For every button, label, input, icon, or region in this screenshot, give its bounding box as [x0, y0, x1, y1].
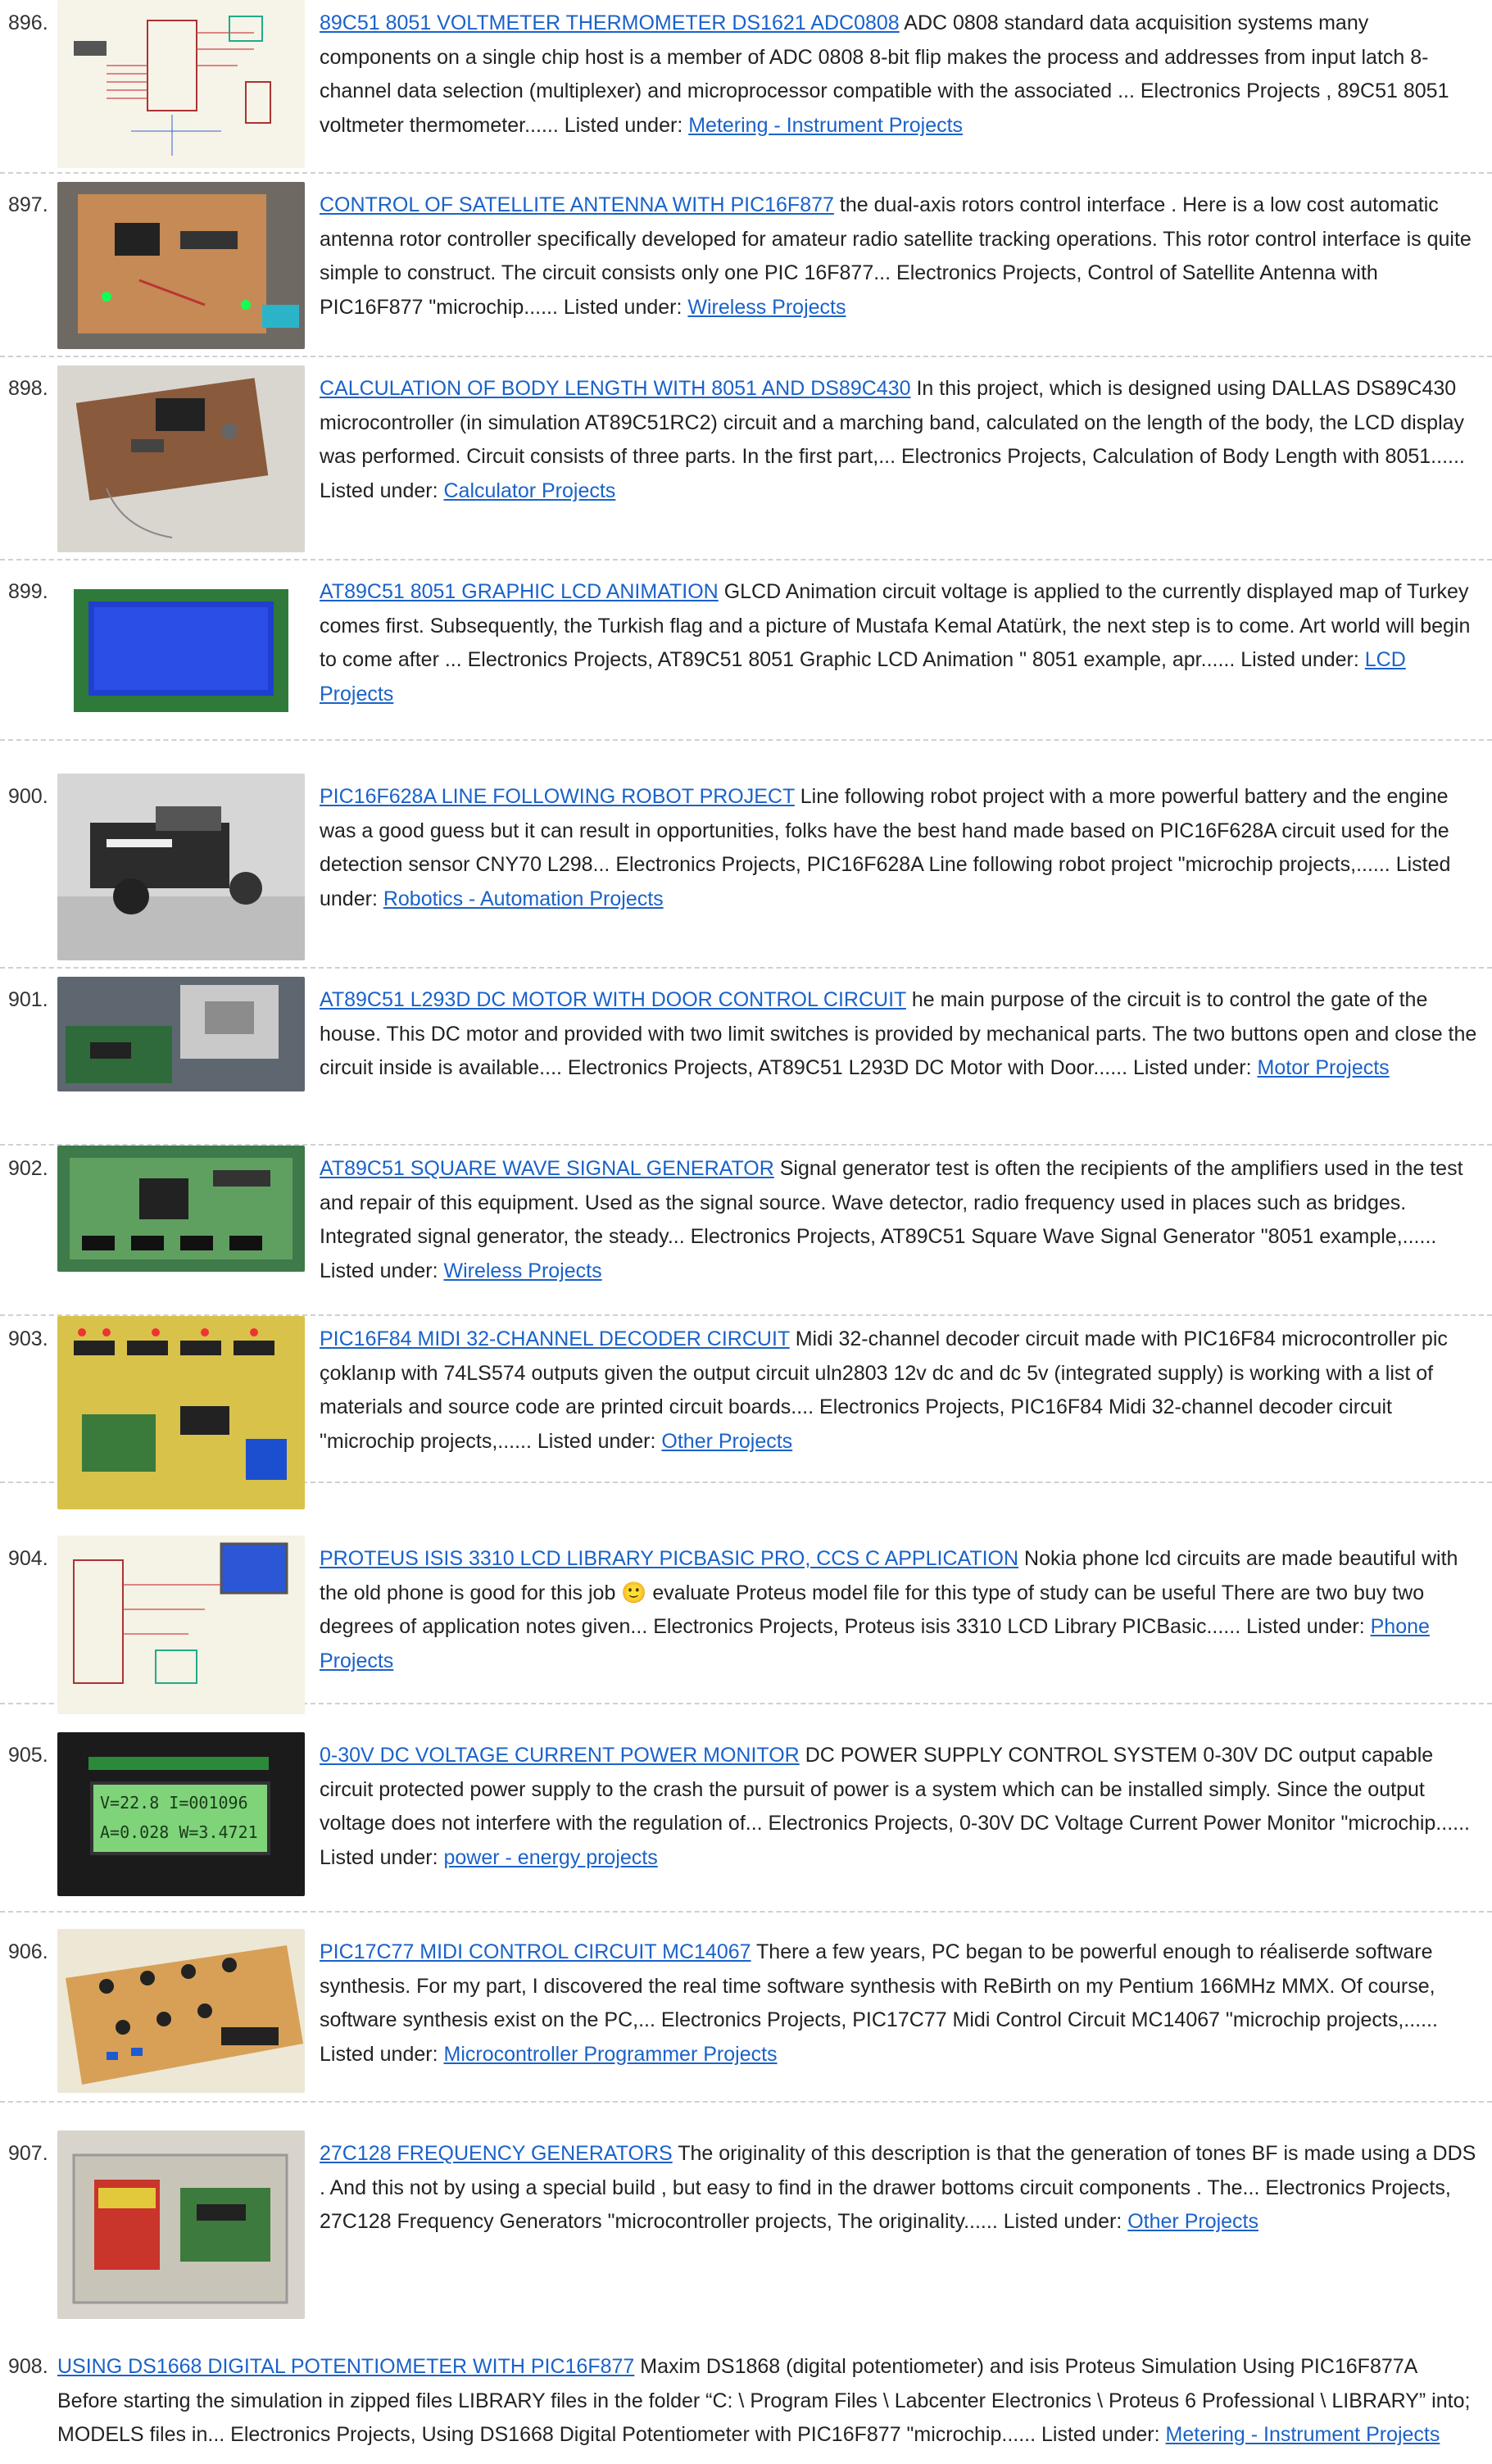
- item-title-link[interactable]: CONTROL OF SATELLITE ANTENNA WITH PIC16F…: [320, 193, 834, 216]
- item-title-link[interactable]: 89C51 8051 VOLTMETER THERMOMETER DS1621 …: [320, 11, 900, 34]
- item-text: AT89C51 SQUARE WAVE SIGNAL GENERATOR Sig…: [320, 1152, 1482, 1288]
- list-item: 904. PROTEUS ISIS 3310 LCD LIBRARY PICBA…: [0, 1536, 1492, 1714]
- listed-under-label: Listed under:: [1133, 1056, 1252, 1079]
- category-link[interactable]: Wireless Projects: [444, 1259, 602, 1282]
- item-number: 906.: [8, 1940, 48, 1963]
- category-link[interactable]: Metering - Instrument Projects: [1166, 2423, 1440, 2446]
- category-link[interactable]: Motor Projects: [1258, 1056, 1390, 1079]
- list-item: 901. AT89C51 L293D DC MOTOR WITH DOOR CO…: [0, 977, 1492, 1146]
- list-item: 903. PIC16F84 MIDI 32-CHANNEL DECODER CI…: [0, 1316, 1492, 1509]
- list-item: 899. AT89C51 8051 GRAPHIC LCD ANIMATION …: [0, 569, 1492, 741]
- yellow-pcb-thumbnail[interactable]: [57, 1316, 305, 1509]
- item-text: 27C128 FREQUENCY GENERATORS The original…: [320, 2137, 1482, 2239]
- listed-under-label: Listed under:: [1246, 1615, 1365, 1638]
- item-number: 908.: [8, 2355, 48, 2378]
- lcd-display-thumbnail[interactable]: [57, 569, 305, 734]
- motor-thumbnail[interactable]: [57, 977, 305, 1091]
- category-link[interactable]: Other Projects: [661, 1430, 792, 1453]
- category-link[interactable]: Other Projects: [1127, 2210, 1258, 2233]
- item-text: CALCULATION OF BODY LENGTH WITH 8051 AND…: [320, 372, 1482, 508]
- category-link[interactable]: Robotics - Automation Projects: [383, 887, 664, 910]
- knobs-board-thumbnail[interactable]: [57, 1929, 305, 2093]
- item-text: PIC16F84 MIDI 32-CHANNEL DECODER CIRCUIT…: [320, 1323, 1482, 1459]
- item-number: 900.: [8, 785, 48, 808]
- listed-under-label: Listed under:: [320, 1845, 438, 1869]
- lcd-line-1: V=22.8 I=001096: [100, 1793, 248, 1813]
- circuit-board-thumbnail[interactable]: [57, 182, 305, 349]
- lcd-line-2: A=0.028 W=3.4721: [100, 1822, 258, 1842]
- item-text: AT89C51 L293D DC MOTOR WITH DOOR CONTROL…: [320, 983, 1482, 1086]
- item-title-link[interactable]: PIC16F84 MIDI 32-CHANNEL DECODER CIRCUIT: [320, 1327, 790, 1350]
- listed-under-label: Listed under:: [320, 2042, 438, 2066]
- item-text: PIC17C77 MIDI CONTROL CIRCUIT MC14067 Th…: [320, 1935, 1482, 2071]
- listed-under-label: Listed under:: [564, 113, 683, 137]
- list-item: 908. USING DS1668 DIGITAL POTENTIOMETER …: [0, 2344, 1492, 2464]
- list-item: 902. AT89C51 SQUARE WAVE SIGNAL GENERATO…: [0, 1146, 1492, 1316]
- item-title-link[interactable]: AT89C51 8051 GRAPHIC LCD ANIMATION: [320, 580, 719, 603]
- power-monitor-thumbnail[interactable]: V=22.8 I=001096 A=0.028 W=3.4721: [57, 1732, 305, 1896]
- category-link[interactable]: power - energy projects: [444, 1846, 658, 1869]
- schematic-thumbnail[interactable]: [57, 0, 305, 168]
- item-title-link[interactable]: CALCULATION OF BODY LENGTH WITH 8051 AND…: [320, 377, 911, 400]
- list-item: 898. CALCULATION OF BODY LENGTH WITH 805…: [0, 365, 1492, 560]
- listed-under-label: Listed under:: [320, 479, 438, 502]
- list-item: 907. 27C128 FREQUENCY GENERATORS The ori…: [0, 2130, 1492, 2319]
- power-monitor-header: [88, 1757, 269, 1770]
- listed-under-label: Listed under:: [1003, 2210, 1122, 2233]
- item-number: 896.: [8, 11, 48, 34]
- category-link[interactable]: Wireless Projects: [687, 296, 846, 319]
- listed-under-label: Listed under:: [320, 1259, 438, 1282]
- listed-under-label: Listed under:: [1240, 648, 1359, 671]
- listed-under-label: Listed under:: [1041, 2423, 1160, 2446]
- item-number: 899.: [8, 580, 48, 603]
- category-link[interactable]: Calculator Projects: [444, 479, 616, 502]
- item-text: PIC16F628A LINE FOLLOWING ROBOT PROJECT …: [320, 780, 1482, 916]
- item-title-link[interactable]: PIC17C77 MIDI CONTROL CIRCUIT MC14067: [320, 1940, 751, 1963]
- item-title-link[interactable]: AT89C51 SQUARE WAVE SIGNAL GENERATOR: [320, 1157, 774, 1180]
- robot-thumbnail[interactable]: [57, 774, 305, 960]
- category-link[interactable]: Metering - Instrument Projects: [688, 114, 963, 137]
- item-text: USING DS1668 DIGITAL POTENTIOMETER WITH …: [57, 2350, 1482, 2453]
- item-title-link[interactable]: 0-30V DC VOLTAGE CURRENT POWER MONITOR: [320, 1744, 800, 1767]
- item-number: 905.: [8, 1744, 48, 1767]
- item-text: 0-30V DC VOLTAGE CURRENT POWER MONITOR D…: [320, 1739, 1482, 1875]
- listed-under-label: Listed under:: [537, 1429, 656, 1453]
- item-number: 897.: [8, 193, 48, 216]
- item-number: 907.: [8, 2142, 48, 2165]
- item-title-link[interactable]: PIC16F628A LINE FOLLOWING ROBOT PROJECT: [320, 785, 795, 808]
- item-title-link[interactable]: USING DS1668 DIGITAL POTENTIOMETER WITH …: [57, 2355, 634, 2378]
- item-number: 903.: [8, 1327, 48, 1350]
- listed-under-label: Listed under:: [563, 295, 683, 319]
- green-pcb-thumbnail[interactable]: [57, 1146, 305, 1272]
- item-number: 902.: [8, 1157, 48, 1180]
- item-text: 89C51 8051 VOLTMETER THERMOMETER DS1621 …: [320, 7, 1482, 143]
- item-text: CONTROL OF SATELLITE ANTENNA WITH PIC16F…: [320, 188, 1482, 324]
- circuit-board-thumbnail[interactable]: [57, 365, 305, 552]
- item-number: 898.: [8, 377, 48, 400]
- item-number: 901.: [8, 988, 48, 1011]
- schematic-thumbnail[interactable]: [57, 1536, 305, 1714]
- list-item: 896. 89C51 8051 VOLTMETER THERMOMETER DS…: [0, 0, 1492, 174]
- item-title-link[interactable]: AT89C51 L293D DC MOTOR WITH DOOR CONTROL…: [320, 988, 906, 1011]
- list-item: 905. V=22.8 I=001096 A=0.028 W=3.4721 0-…: [0, 1732, 1492, 1913]
- item-text: AT89C51 8051 GRAPHIC LCD ANIMATION GLCD …: [320, 575, 1482, 711]
- category-link[interactable]: Microcontroller Programmer Projects: [444, 2043, 778, 2066]
- list-item: 906. PIC17C77 MIDI CONTROL CIRCUIT MC140…: [0, 1929, 1492, 2103]
- item-text: PROTEUS ISIS 3310 LCD LIBRARY PICBASIC P…: [320, 1542, 1482, 1678]
- list-item: 897. CONTROL OF SATELLITE ANTENNA WITH P…: [0, 182, 1492, 357]
- item-title-link[interactable]: 27C128 FREQUENCY GENERATORS: [320, 2142, 673, 2165]
- item-number: 904.: [8, 1547, 48, 1570]
- list-item: 900. PIC16F628A LINE FOLLOWING ROBOT PRO…: [0, 774, 1492, 969]
- battery-box-thumbnail[interactable]: [57, 2130, 305, 2319]
- item-title-link[interactable]: PROTEUS ISIS 3310 LCD LIBRARY PICBASIC P…: [320, 1547, 1018, 1570]
- lcd-readout: V=22.8 I=001096 A=0.028 W=3.4721: [90, 1781, 270, 1855]
